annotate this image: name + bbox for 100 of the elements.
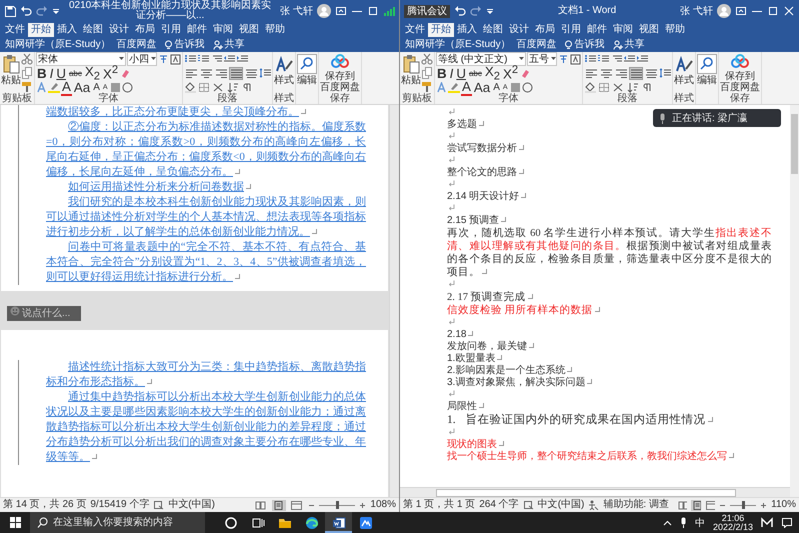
chevron-up-icon[interactable] — [662, 520, 672, 526]
character-border-icon[interactable] — [570, 54, 581, 64]
borders-icon[interactable] — [198, 82, 211, 92]
decrease-indent-icon[interactable] — [223, 54, 235, 64]
document-app-button[interactable] — [325, 512, 352, 533]
font-button[interactable]: Aa — [72, 80, 92, 94]
ribbon-tab[interactable]: 插入 — [54, 23, 80, 37]
word-count[interactable]: 264 个字 — [479, 499, 519, 511]
horizontal-scrollbar[interactable] — [400, 487, 790, 497]
redo-icon[interactable] — [470, 5, 482, 17]
paint-bucket-icon[interactable] — [184, 82, 197, 92]
format-button[interactable]: abc — [68, 68, 83, 78]
zoom-percent[interactable]: 108% — [370, 499, 396, 511]
font-button[interactable]: Aa — [472, 80, 492, 94]
scrollbar-thumb[interactable] — [791, 114, 798, 174]
ribbon-tab[interactable]: 引用 — [558, 23, 584, 37]
ribbon-tab[interactable]: 知网研学（原E-Study） — [2, 38, 114, 52]
ribbon-tab[interactable]: 插入 — [454, 23, 480, 37]
font-size-field[interactable]: 五号 — [527, 52, 557, 66]
numbering-icon[interactable] — [197, 54, 209, 64]
page-count[interactable]: 第 14 页，共 26 页 — [3, 499, 86, 511]
scrollbar-thumb[interactable] — [436, 489, 736, 497]
format-button[interactable]: I — [448, 66, 454, 80]
undo-icon[interactable] — [454, 5, 466, 17]
font-name-field[interactable]: 宋体 — [36, 52, 126, 66]
read-view-icon[interactable] — [676, 500, 688, 510]
decrease-indent-icon[interactable] — [623, 54, 635, 64]
ribbon-tab[interactable]: 帮助 — [662, 23, 688, 37]
styles-button[interactable]: 样式 — [674, 53, 694, 93]
align-left-icon[interactable] — [184, 66, 198, 80]
maximize-icon[interactable] — [767, 6, 779, 16]
align-distributed-icon[interactable] — [644, 66, 658, 80]
web-view-icon[interactable] — [705, 500, 716, 510]
copy-icon[interactable] — [21, 67, 33, 79]
ribbon-tab[interactable]: 文件 — [2, 23, 28, 37]
highlighter-icon[interactable] — [48, 82, 60, 92]
share-button[interactable]: 共享 — [208, 38, 249, 52]
slider-thumb[interactable] — [742, 501, 745, 509]
ribbon-tab[interactable]: 设计 — [106, 23, 132, 37]
language-label[interactable]: 中文(中国) — [168, 499, 215, 511]
cut-icon[interactable] — [21, 53, 33, 65]
customize-icon[interactable] — [486, 6, 494, 16]
ribbon-options-icon[interactable] — [735, 6, 747, 16]
brush-icon[interactable] — [21, 81, 33, 93]
align-justify-icon[interactable] — [229, 66, 243, 80]
increase-indent-icon[interactable] — [236, 54, 248, 64]
align-distributed-icon[interactable] — [244, 66, 258, 80]
text-effects-icon[interactable] — [436, 82, 447, 92]
ribbon-tab[interactable]: 布局 — [532, 23, 558, 37]
align-center-icon[interactable] — [599, 66, 613, 80]
page-count[interactable]: 第 1 页，共 1 页 — [403, 499, 476, 511]
ribbon-tab[interactable]: 邮件 — [584, 23, 610, 37]
slider-thumb[interactable] — [336, 501, 339, 509]
share-button[interactable]: 共享 — [608, 38, 649, 52]
accessibility-status[interactable]: 辅助功能: 调查 — [603, 499, 669, 511]
ribbon-tab[interactable]: 设计 — [506, 23, 532, 37]
vertical-scrollbar[interactable] — [389, 105, 399, 497]
font-button[interactable]: A — [492, 82, 501, 92]
avatar-icon[interactable] — [717, 4, 731, 18]
ribbon-tab[interactable]: 审阅 — [610, 23, 636, 37]
web-view-icon[interactable] — [290, 500, 304, 510]
ribbon-tab[interactable]: 帮助 — [262, 23, 288, 37]
font-button[interactable]: A — [92, 82, 101, 92]
paste-button[interactable]: 粘贴 — [1, 53, 21, 93]
ribbon-tab[interactable]: 知网研学（原E-Study） — [402, 38, 514, 52]
save-to-cloud-button[interactable]: 保存到 百度网盘 — [320, 53, 360, 93]
ribbon-tab[interactable]: 审阅 — [210, 23, 236, 37]
paste-button[interactable]: 粘贴 — [401, 53, 421, 93]
multilevel-list-icon[interactable] — [610, 54, 622, 64]
align-right-icon[interactable] — [214, 66, 228, 80]
ribbon-tab[interactable]: 引用 — [158, 23, 184, 37]
bullets-icon[interactable] — [584, 54, 596, 64]
read-view-icon[interactable] — [254, 500, 268, 510]
meeting-tray-icon[interactable] — [761, 517, 773, 528]
clock-date[interactable]: 2022/2/13 — [712, 522, 753, 532]
bullets-icon[interactable] — [184, 54, 196, 64]
undo-icon[interactable] — [20, 5, 32, 17]
paint-bucket-icon[interactable] — [584, 82, 597, 92]
customize-icon[interactable] — [52, 6, 60, 16]
ribbon-tab[interactable]: 开始 — [28, 23, 54, 37]
eraser-icon[interactable] — [120, 68, 132, 78]
ribbon-tab[interactable]: 邮件 — [184, 23, 210, 37]
microphone-icon[interactable] — [680, 517, 687, 528]
print-view-icon[interactable] — [272, 500, 286, 510]
word-count[interactable]: 9/15419 个字 — [90, 499, 150, 511]
format-button[interactable]: X$_{2}$ — [84, 64, 101, 82]
ribbon-tab[interactable]: 百度网盘 — [114, 38, 160, 52]
multilevel-list-icon[interactable] — [210, 54, 222, 64]
tell-me-button[interactable]: 告诉我 — [560, 38, 609, 52]
clock-time[interactable]: 21:06 — [722, 514, 744, 522]
vertical-scrollbar[interactable] — [790, 105, 799, 497]
circle-icon[interactable] — [522, 82, 533, 92]
brush-icon[interactable] — [421, 81, 433, 93]
increase-indent-icon[interactable] — [636, 54, 648, 64]
text-effects-icon[interactable] — [36, 82, 47, 92]
ribbon-tab[interactable]: 开始 — [428, 23, 454, 37]
ribbon-tab[interactable]: 视图 — [636, 23, 662, 37]
zoom-in-icon[interactable] — [359, 502, 366, 508]
format-button[interactable]: X$^{2}$ — [102, 64, 120, 82]
tell-me-button[interactable]: 告诉我 — [160, 38, 209, 52]
